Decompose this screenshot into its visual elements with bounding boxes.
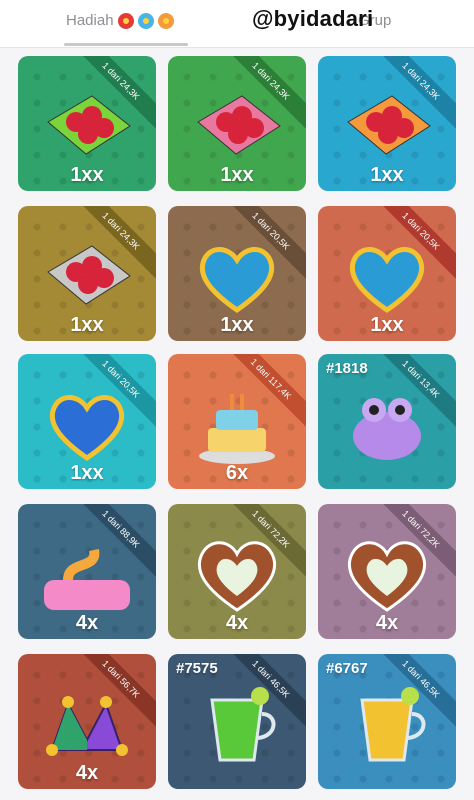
orange-flower-icon bbox=[157, 12, 174, 29]
blue-stitched-heart-icon bbox=[38, 380, 136, 470]
blue-strawberry-box-icon bbox=[338, 82, 436, 172]
chocolate-strawberry-box-icon bbox=[38, 82, 136, 172]
top-tab-bar: Hadiah Grup @byidadari bbox=[0, 0, 474, 48]
gift-quantity: 4x bbox=[75, 612, 99, 634]
gift-card-birthday-cake[interactable]: 1 dari 117,4K 6x bbox=[168, 354, 306, 489]
gift-card-gingerbread-heart-white[interactable]: 1 dari 72,2K 4x bbox=[318, 504, 456, 639]
gift-quantity: 4x bbox=[75, 762, 99, 784]
gift-card-heart-web-brown[interactable]: 1 dari 20,5K 1xx bbox=[168, 206, 306, 341]
watermark: @byidadari bbox=[252, 6, 374, 31]
gift-quantity: 1xx bbox=[70, 164, 104, 186]
gift-card-frog[interactable]: 1 dari 13,4K #1818 bbox=[318, 354, 456, 489]
gift-card-strawberry-box-blue[interactable]: 1 dari 24,3K 1xx bbox=[318, 56, 456, 191]
gift-quantity: 4x bbox=[225, 612, 249, 634]
tab-hadiah-label: Hadiah bbox=[66, 12, 114, 29]
gift-card-gingerbread-heart-green[interactable]: 1 dari 72,2K 4x bbox=[168, 504, 306, 639]
yellow-drink-mug-icon bbox=[338, 680, 436, 770]
gift-card-strawberry-box-green[interactable]: 1 dari 24,3K 1xx bbox=[18, 56, 156, 191]
gift-quantity: 1xx bbox=[220, 314, 254, 336]
snake-2025-icon bbox=[38, 530, 136, 620]
gift-card-heart-web-red[interactable]: 1 dari 20,5K 1xx bbox=[318, 206, 456, 341]
frog-icon bbox=[338, 380, 436, 470]
green-drink-mug-icon bbox=[188, 680, 286, 770]
blue-flower-icon bbox=[137, 12, 154, 29]
gift-card-2025-snake[interactable]: 1 dari 88,9K 4x bbox=[18, 504, 156, 639]
stitched-heart-icon bbox=[188, 232, 286, 322]
gift-quantity: 1xx bbox=[70, 314, 104, 336]
stitched-heart-icon bbox=[338, 232, 436, 322]
gift-number: #1818 bbox=[326, 360, 368, 377]
birthday-cake-icon bbox=[188, 380, 286, 470]
gift-quantity: 1xx bbox=[370, 164, 404, 186]
gift-card-yellow-drink[interactable]: 1 dari 46,5K #6767 bbox=[318, 654, 456, 789]
gift-card-jester-hat[interactable]: 1 dari 56,7K 4x bbox=[18, 654, 156, 789]
cookie-heart-icon bbox=[188, 530, 286, 620]
gift-quantity: 1xx bbox=[370, 314, 404, 336]
gift-quantity: 1xx bbox=[220, 164, 254, 186]
tab-hadiah[interactable]: Hadiah bbox=[66, 12, 174, 29]
cookie-heart-icon bbox=[338, 530, 436, 620]
active-tab-indicator bbox=[64, 43, 188, 46]
gift-number: #7575 bbox=[176, 660, 218, 677]
jester-hat-icon bbox=[38, 680, 136, 770]
gift-card-strawberry-box-letters[interactable]: 1 dari 24,3K 1xx bbox=[18, 206, 156, 341]
gift-card-heart-web-teal[interactable]: 1 dari 20,5K 1xx bbox=[18, 354, 156, 489]
pixelated-candy-box-icon bbox=[188, 82, 286, 172]
gift-card-strawberry-box-pixel[interactable]: 1 dari 24,3K 1xx bbox=[168, 56, 306, 191]
red-flower-icon bbox=[117, 12, 134, 29]
gift-quantity: 4x bbox=[375, 612, 399, 634]
letter-strawberry-box-icon bbox=[38, 232, 136, 322]
gift-quantity: 1xx bbox=[70, 462, 104, 484]
gift-number: #6767 bbox=[326, 660, 368, 677]
gift-card-green-drink[interactable]: 1 dari 46,5K #7575 bbox=[168, 654, 306, 789]
gift-quantity: 6x bbox=[225, 462, 249, 484]
